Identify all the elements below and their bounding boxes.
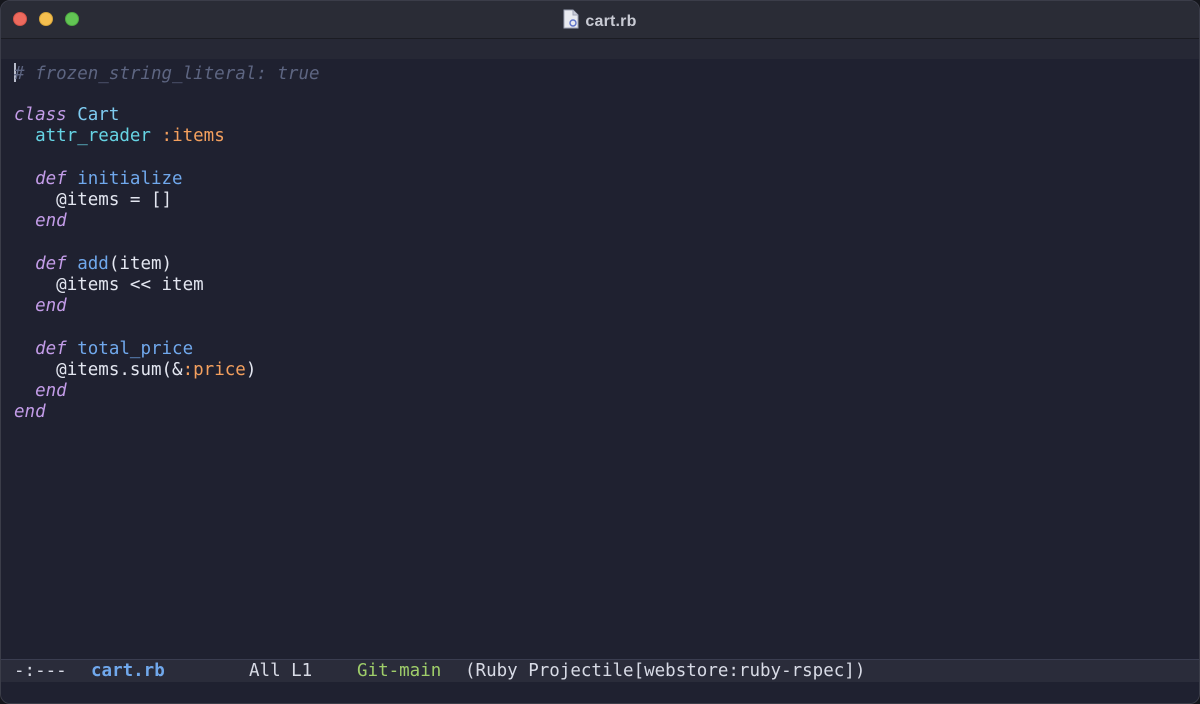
code-line-15[interactable]: @items.sum(&:price) xyxy=(14,360,256,381)
code-comment: # frozen_string_literal: true xyxy=(14,64,320,84)
code-line-4[interactable]: attr_reader :items xyxy=(14,126,225,147)
code-symbol: :price xyxy=(182,360,246,380)
major-minor-modes[interactable]: (Ruby Projectile[webstore:ruby-rspec]) xyxy=(465,660,865,682)
method-name: add xyxy=(77,254,109,274)
buffer-position: All L1 xyxy=(249,661,313,681)
code-line-14[interactable]: def total_price xyxy=(14,339,193,360)
code-line-3[interactable]: class Cart xyxy=(14,105,119,126)
code-line-16[interactable]: end xyxy=(14,381,67,402)
code-keyword: def xyxy=(35,254,67,274)
code-text: @items = [] xyxy=(56,190,173,210)
code-line-8[interactable]: end xyxy=(14,211,67,232)
code-keyword: end xyxy=(35,381,67,401)
code-keyword: end xyxy=(35,296,67,316)
method-name: total_price xyxy=(77,339,194,359)
buffer-status: -:--- xyxy=(14,661,67,681)
method-args: (item) xyxy=(108,254,173,274)
code-text: ) xyxy=(245,360,257,380)
code-keyword: end xyxy=(14,402,46,422)
mode-line[interactable]: -:--- cart.rb All L1 Git-main (Ruby Proj… xyxy=(1,659,1199,682)
code-line-17[interactable]: end xyxy=(14,402,46,423)
code-line-12[interactable]: end xyxy=(14,296,67,317)
code-symbol: :items xyxy=(161,126,225,146)
code-line-6[interactable]: def initialize xyxy=(14,169,183,190)
builtin-method: attr_reader xyxy=(35,126,151,146)
editor-buffer[interactable]: # frozen_string_literal: true class Cart… xyxy=(1,59,1199,657)
code-keyword: class xyxy=(14,105,67,125)
method-name: initialize xyxy=(77,169,183,189)
code-text: @items << item xyxy=(56,275,204,295)
window-title-container: cart.rb xyxy=(1,9,1199,34)
code-text: @items.sum(& xyxy=(56,360,183,380)
code-keyword: def xyxy=(35,169,67,189)
code-keyword: def xyxy=(35,339,67,359)
window-title: cart.rb xyxy=(585,13,637,30)
ruby-file-icon xyxy=(563,9,579,34)
title-bar[interactable]: cart.rb xyxy=(1,1,1199,39)
code-line-11[interactable]: @items << item xyxy=(14,275,204,296)
header-line xyxy=(1,39,1199,59)
class-name: Cart xyxy=(77,105,120,125)
code-line-7[interactable]: @items = [] xyxy=(14,190,172,211)
code-keyword: end xyxy=(35,211,67,231)
buffer-name[interactable]: cart.rb xyxy=(91,660,165,682)
code-line-1[interactable]: # frozen_string_literal: true xyxy=(14,63,320,84)
code-line-10[interactable]: def add(item) xyxy=(14,254,172,275)
minibuffer[interactable] xyxy=(1,682,1199,703)
git-branch[interactable]: Git-main xyxy=(357,660,441,682)
emacs-window: cart.rb # frozen_string_literal: true cl… xyxy=(0,0,1200,704)
